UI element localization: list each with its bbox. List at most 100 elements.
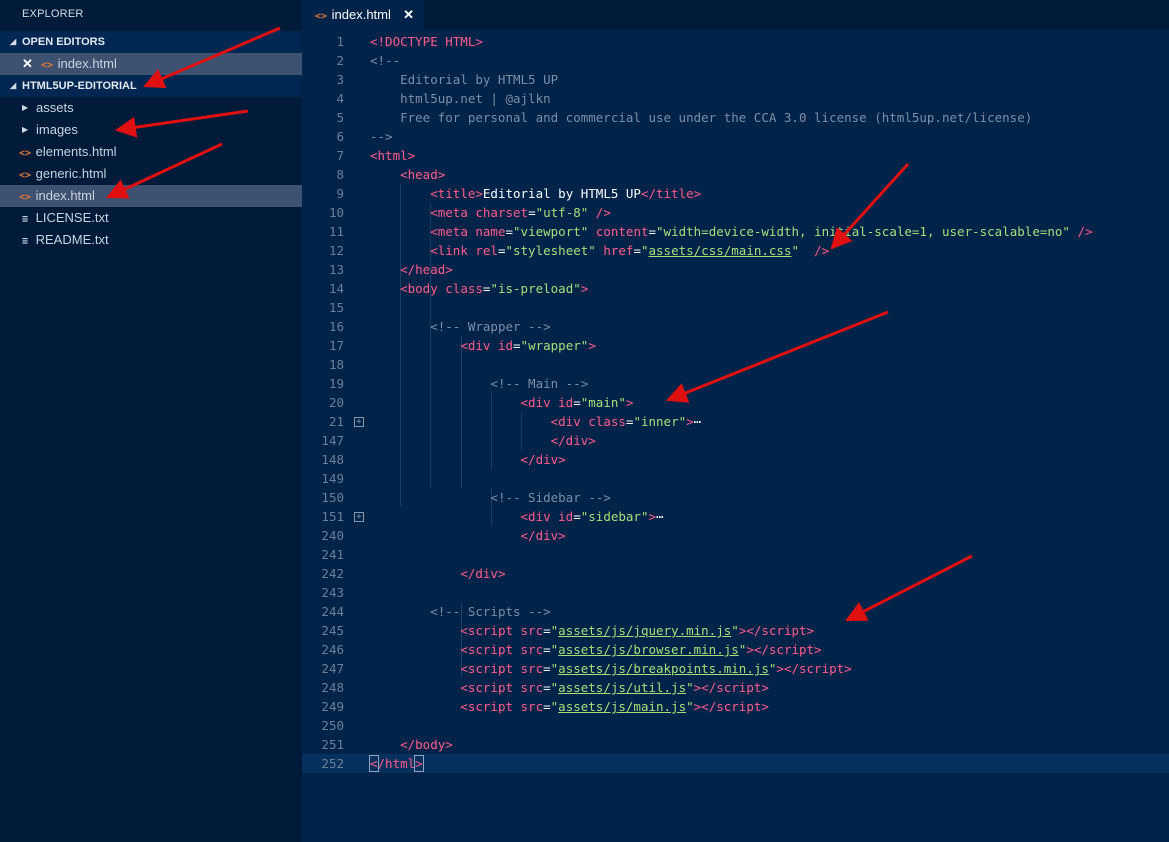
line-number: 242 bbox=[321, 566, 344, 581]
code-text: <!-- Main --> bbox=[490, 376, 589, 391]
open-editor-item[interactable]: ✕ <> index.html bbox=[0, 53, 302, 75]
code-line[interactable]: 18 bbox=[302, 355, 1169, 374]
file-elements-html[interactable]: <> elements.html bbox=[0, 141, 302, 163]
code-text: Free for personal and commercial use und… bbox=[370, 110, 1033, 125]
code-text: <link rel="stylesheet" href="assets/css/… bbox=[430, 243, 830, 258]
code-line[interactable]: 247 <script src="assets/js/breakpoints.m… bbox=[302, 659, 1169, 678]
code-text: <head> bbox=[400, 167, 446, 182]
text-file-icon: ≡ bbox=[21, 236, 29, 247]
code-text: </div> bbox=[520, 528, 566, 543]
code-line[interactable]: 1 <!DOCTYPE HTML> bbox=[302, 32, 1169, 51]
code-line[interactable]: 15 bbox=[302, 298, 1169, 317]
line-number: 240 bbox=[321, 528, 344, 543]
code-line[interactable]: 251 </body> bbox=[302, 735, 1169, 754]
code-line[interactable]: 3 Editorial by HTML5 UP bbox=[302, 70, 1169, 89]
code-text: <script src="assets/js/browser.min.js"><… bbox=[460, 642, 822, 657]
code-text: </div> bbox=[550, 433, 596, 448]
code-text: <meta name="viewport" content="width=dev… bbox=[430, 224, 1093, 239]
code-line[interactable]: 9 <title>Editorial by HTML5 UP</title> bbox=[302, 184, 1169, 203]
code-line[interactable]: 20 <div id="main"> bbox=[302, 393, 1169, 412]
file-index-html[interactable]: <> index.html bbox=[0, 185, 302, 207]
line-number: 241 bbox=[321, 547, 344, 562]
project-section[interactable]: ◢ HTML5UP-EDITORIAL bbox=[0, 75, 302, 97]
line-number: 17 bbox=[328, 338, 344, 353]
folder-images[interactable]: ▶ images bbox=[0, 119, 302, 141]
close-icon[interactable]: ✕ bbox=[403, 0, 414, 30]
line-number: 5 bbox=[336, 110, 344, 125]
code-line[interactable]: 7 <html> bbox=[302, 146, 1169, 165]
code-line[interactable]: 243 bbox=[302, 583, 1169, 602]
line-number: 249 bbox=[321, 699, 344, 714]
code-line[interactable]: 244 <!-- Scripts --> bbox=[302, 602, 1169, 621]
code-line[interactable]: 149 bbox=[302, 469, 1169, 488]
code-line[interactable]: 252 </html> bbox=[302, 754, 1169, 773]
tab-label: index.html bbox=[331, 7, 391, 22]
code-line[interactable]: 17 <div id="wrapper"> bbox=[302, 336, 1169, 355]
line-number: 251 bbox=[321, 737, 344, 752]
code-line[interactable]: 2 <!-- bbox=[302, 51, 1169, 70]
code-line[interactable]: 147 </div> bbox=[302, 431, 1169, 450]
code-text: <!-- Wrapper --> bbox=[430, 319, 551, 334]
folder-assets[interactable]: ▶ assets bbox=[0, 97, 302, 119]
code-line[interactable]: 8 <head> bbox=[302, 165, 1169, 184]
file-generic-html[interactable]: <> generic.html bbox=[0, 163, 302, 185]
code-line[interactable]: 150 <!-- Sidebar --> bbox=[302, 488, 1169, 507]
code-line[interactable]: 246 <script src="assets/js/browser.min.j… bbox=[302, 640, 1169, 659]
code-line[interactable]: 4 html5up.net | @ajlkn bbox=[302, 89, 1169, 108]
code-line[interactable]: 151 + <div id="sidebar">⋯ bbox=[302, 507, 1169, 526]
file-license-txt[interactable]: ≡ LICENSE.txt bbox=[0, 207, 302, 229]
line-number: 20 bbox=[328, 395, 344, 410]
folder-label: images bbox=[36, 122, 78, 137]
file-label: README.txt bbox=[35, 232, 109, 247]
code-text: <div id="wrapper"> bbox=[460, 338, 596, 353]
code-line[interactable]: 16 <!-- Wrapper --> bbox=[302, 317, 1169, 336]
code-line[interactable]: 148 </div> bbox=[302, 450, 1169, 469]
html-file-icon: <> bbox=[18, 192, 32, 203]
code-text: <script src="assets/js/util.js"></script… bbox=[460, 680, 769, 695]
open-editors-section[interactable]: ◢ OPEN EDITORS bbox=[0, 31, 302, 53]
code-text: </body> bbox=[400, 737, 453, 752]
line-number: 250 bbox=[321, 718, 344, 733]
code-line[interactable]: 12 <link rel="stylesheet" href="assets/c… bbox=[302, 241, 1169, 260]
code-line[interactable]: 248 <script src="assets/js/util.js"></sc… bbox=[302, 678, 1169, 697]
code-line[interactable]: 5 Free for personal and commercial use u… bbox=[302, 108, 1169, 127]
line-number: 10 bbox=[328, 205, 344, 220]
html-file-icon: <> bbox=[18, 170, 32, 181]
line-number: 21 bbox=[328, 414, 344, 429]
code-text: <!-- Sidebar --> bbox=[490, 490, 611, 505]
fold-expand-icon[interactable]: + bbox=[354, 417, 364, 427]
fold-expand-icon[interactable]: + bbox=[354, 512, 364, 522]
close-icon[interactable]: ✕ bbox=[22, 53, 33, 75]
code-line[interactable]: 19 <!-- Main --> bbox=[302, 374, 1169, 393]
code-line[interactable]: 14 <body class="is-preload"> bbox=[302, 279, 1169, 298]
code-line[interactable]: 240 </div> bbox=[302, 526, 1169, 545]
code-line[interactable]: 13 </head> bbox=[302, 260, 1169, 279]
line-number: 13 bbox=[328, 262, 344, 277]
line-number: 147 bbox=[321, 433, 344, 448]
code-line[interactable]: 249 <script src="assets/js/main.js"></sc… bbox=[302, 697, 1169, 716]
code-line[interactable]: 6 --> bbox=[302, 127, 1169, 146]
line-number: 11 bbox=[328, 224, 344, 239]
code-line[interactable]: 250 bbox=[302, 716, 1169, 735]
line-number: 3 bbox=[336, 72, 344, 87]
code-line[interactable]: 241 bbox=[302, 545, 1169, 564]
tab-index-html[interactable]: <> index.html ✕ bbox=[302, 0, 424, 30]
explorer-title: EXPLORER bbox=[22, 8, 84, 20]
code-line[interactable]: 10 <meta charset="utf-8" /> bbox=[302, 203, 1169, 222]
line-number: 6 bbox=[336, 129, 344, 144]
project-label: HTML5UP-EDITORIAL bbox=[22, 80, 137, 92]
code-editor[interactable]: 1 <!DOCTYPE HTML> 2 <!-- 3 Editorial by HTML… bbox=[302, 30, 1169, 842]
code-line[interactable]: 242 </div> bbox=[302, 564, 1169, 583]
code-text: <script src="assets/js/jquery.min.js"></… bbox=[460, 623, 815, 638]
code-text: <!-- Scripts --> bbox=[430, 604, 551, 619]
code-text: <div class="inner">⋯ bbox=[550, 414, 702, 429]
line-number: 14 bbox=[328, 281, 344, 296]
code-line[interactable]: 245 <script src="assets/js/jquery.min.js… bbox=[302, 621, 1169, 640]
line-number: 16 bbox=[328, 319, 344, 334]
code-line[interactable]: 11 <meta name="viewport" content="width=… bbox=[302, 222, 1169, 241]
line-number: 244 bbox=[321, 604, 344, 619]
open-editor-filename: index.html bbox=[57, 56, 117, 71]
chevron-down-icon: ◢ bbox=[10, 81, 17, 90]
code-line[interactable]: 21 + <div class="inner">⋯ bbox=[302, 412, 1169, 431]
file-readme-txt[interactable]: ≡ README.txt bbox=[0, 229, 302, 251]
